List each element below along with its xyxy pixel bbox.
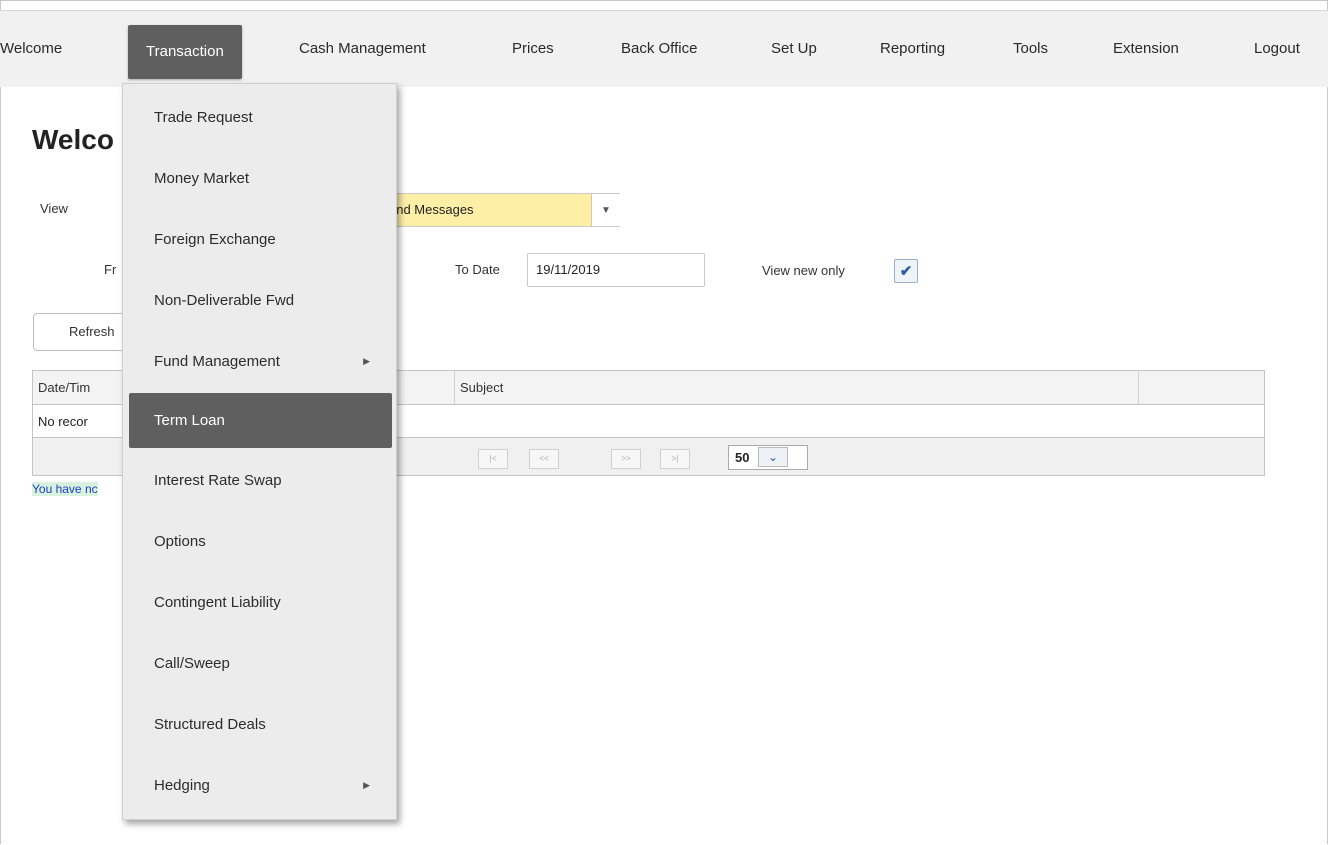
check-icon: ✔ bbox=[899, 263, 913, 280]
menu-item-label: Hedging bbox=[154, 777, 210, 794]
menu-item-label: Trade Request bbox=[154, 109, 253, 126]
menu-item-non-deliverable-fwd[interactable]: Non-Deliverable Fwd bbox=[129, 273, 392, 328]
nav-cash-management[interactable]: Cash Management bbox=[299, 11, 426, 87]
nav-back-office[interactable]: Back Office bbox=[621, 11, 697, 87]
chevron-down-icon[interactable]: ⌄ bbox=[758, 447, 788, 467]
nav-welcome[interactable]: Welcome bbox=[0, 11, 62, 87]
nav-extension[interactable]: Extension bbox=[1113, 11, 1179, 87]
next-page-button[interactable]: >> bbox=[611, 449, 641, 469]
menu-item-label: Structured Deals bbox=[154, 716, 266, 733]
menu-item-call-sweep[interactable]: Call/Sweep bbox=[129, 636, 392, 691]
top-nav-bar: Welcome Transaction Cash Management Pric… bbox=[0, 10, 1328, 87]
menu-item-label: Contingent Liability bbox=[154, 594, 281, 611]
nav-prices[interactable]: Prices bbox=[512, 11, 554, 87]
menu-item-label: Interest Rate Swap bbox=[154, 472, 282, 489]
menu-item-contingent-liability[interactable]: Contingent Liability bbox=[129, 575, 392, 630]
menu-item-foreign-exchange[interactable]: Foreign Exchange bbox=[129, 212, 392, 267]
menu-item-label: Call/Sweep bbox=[154, 655, 230, 672]
menu-item-label: Fund Management bbox=[154, 353, 280, 370]
menu-item-term-loan[interactable]: Term Loan bbox=[129, 393, 392, 448]
view-label: View bbox=[40, 201, 68, 216]
column-header-subject[interactable]: Subject bbox=[455, 371, 1139, 404]
from-date-label: Fr bbox=[104, 262, 117, 277]
first-page-button[interactable]: |< bbox=[478, 449, 508, 469]
menu-item-money-market[interactable]: Money Market bbox=[129, 151, 392, 206]
caret-right-icon: ▶ bbox=[363, 356, 370, 366]
menu-item-options[interactable]: Options bbox=[129, 514, 392, 569]
last-page-button[interactable]: >| bbox=[660, 449, 690, 469]
column-header-extra bbox=[1139, 371, 1264, 404]
nav-set-up[interactable]: Set Up bbox=[771, 11, 817, 87]
menu-item-label: Non-Deliverable Fwd bbox=[154, 292, 295, 309]
menu-item-trade-request[interactable]: Trade Request bbox=[129, 90, 392, 145]
view-new-only-checkbox[interactable]: ✔ bbox=[894, 259, 918, 283]
info-message: You have nc bbox=[32, 482, 98, 496]
transaction-dropdown-menu: Trade Request Money Market Foreign Excha… bbox=[122, 83, 397, 820]
to-date-input[interactable]: 19/11/2019 bbox=[527, 253, 705, 287]
nav-logout[interactable]: Logout bbox=[1254, 11, 1300, 87]
menu-item-label: Foreign Exchange bbox=[154, 231, 276, 248]
menu-item-structured-deals[interactable]: Structured Deals bbox=[129, 697, 392, 752]
menu-item-interest-rate-swap[interactable]: Interest Rate Swap bbox=[129, 453, 392, 508]
nav-reporting[interactable]: Reporting bbox=[880, 11, 945, 87]
nav-transaction[interactable]: Transaction bbox=[128, 25, 242, 79]
menu-item-label: Money Market bbox=[154, 170, 250, 187]
chevron-down-icon[interactable]: ▼ bbox=[591, 194, 620, 226]
menu-item-hedging[interactable]: Hedging ▶ bbox=[129, 758, 392, 813]
prev-page-button[interactable]: << bbox=[529, 449, 559, 469]
nav-tools[interactable]: Tools bbox=[1013, 11, 1048, 87]
menu-item-fund-management[interactable]: Fund Management ▶ bbox=[129, 334, 392, 389]
menu-item-label: Term Loan bbox=[154, 412, 225, 429]
menu-item-label: Options bbox=[154, 533, 206, 550]
page-title: Welco bbox=[32, 124, 114, 155]
caret-right-icon: ▶ bbox=[363, 780, 370, 790]
to-date-label: To Date bbox=[455, 262, 500, 277]
view-new-only-label: View new only bbox=[762, 263, 845, 278]
